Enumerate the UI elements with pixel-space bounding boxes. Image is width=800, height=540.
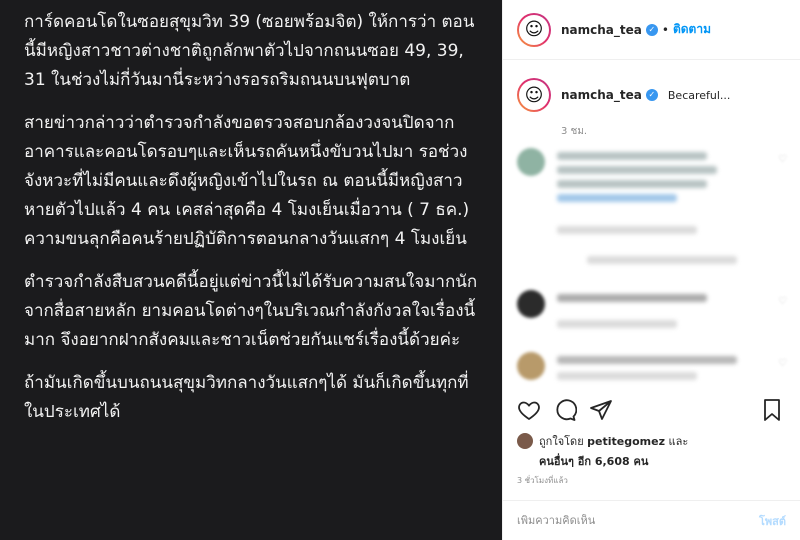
- comment-like-icon[interactable]: ♡: [778, 358, 787, 369]
- bookmark-icon[interactable]: [760, 398, 786, 424]
- blurred-text: [557, 152, 707, 160]
- blurred-text: [557, 226, 697, 234]
- blurred-text: [557, 194, 677, 202]
- comment-like-icon[interactable]: ♡: [778, 154, 787, 165]
- comment-item: ♡: [517, 148, 787, 264]
- comment-like-icon[interactable]: ♡: [778, 296, 787, 307]
- liker-avatar[interactable]: [517, 433, 533, 449]
- likes-conj: และ: [668, 435, 689, 448]
- post-side-panel: ☺ namcha_tea ✓ • ติดตาม ☺ namcha_tea ✓ B…: [502, 0, 800, 540]
- comment-item: ♡: [517, 290, 787, 330]
- verified-icon: ✓: [645, 89, 658, 101]
- header-username[interactable]: namcha_tea: [561, 23, 642, 37]
- likes-summary: ถูกใจโดย petitegomez และ คนอื่นๆ อีก 6,6…: [517, 432, 786, 470]
- post-image: การ์ดคอนโดในซอยสุขุมวิท 39 (ซอยพร้อมจิต)…: [0, 0, 502, 540]
- heart-icon[interactable]: [517, 398, 543, 424]
- caption-text: Becareful...: [667, 88, 731, 102]
- blurred-text: [557, 180, 707, 188]
- comment-avatar[interactable]: [517, 352, 545, 380]
- comment-input[interactable]: [517, 514, 759, 527]
- blurred-text: [557, 372, 697, 380]
- post-paragraph: สายข่าวกล่าวว่าตำรวจกำลังขอตรวจสอบกล้องว…: [24, 113, 470, 249]
- caption-username[interactable]: namcha_tea: [561, 88, 642, 102]
- likes-others[interactable]: คนอื่นๆ อีก 6,608 คน: [539, 455, 648, 468]
- comment-avatar[interactable]: [517, 290, 545, 318]
- comment-avatar[interactable]: [517, 148, 545, 176]
- caption: ☺ namcha_tea ✓ Becareful...: [503, 60, 800, 112]
- avatar-face: ☺: [519, 14, 549, 45]
- post-timestamp[interactable]: 3 ชั่วโมงที่แล้ว: [517, 474, 568, 487]
- post-paragraph: ถ้ามันเกิดขึ้นบนถนนสุขุมวิทกลางวันแสกๆได…: [24, 373, 469, 422]
- blurred-text: [557, 166, 717, 174]
- follow-button[interactable]: ติดตาม: [673, 20, 711, 39]
- blurred-text: [587, 256, 737, 264]
- action-bar: [517, 396, 786, 426]
- avatar[interactable]: ☺: [517, 12, 551, 47]
- comment-icon[interactable]: [553, 398, 579, 424]
- blurred-text: [557, 294, 707, 302]
- post-paragraph: การ์ดคอนโดในซอยสุขุมวิท 39 (ซอยพร้อมจิต)…: [24, 12, 475, 90]
- blurred-text: [557, 320, 677, 328]
- post-paragraph: ตำรวจกำลังสืบสวนคดีนี้อยู่แต่ข่าวนี้ไม่ไ…: [24, 272, 478, 350]
- comment-item: ♡: [517, 352, 787, 392]
- comment-box: โพสต์: [503, 500, 800, 540]
- caption-time: 3 ชม.: [561, 126, 588, 137]
- avatar-face: ☺: [519, 80, 549, 110]
- likes-prefix: ถูกใจโดย: [539, 435, 584, 448]
- liker-username[interactable]: petitegomez: [587, 435, 665, 448]
- post-header: ☺ namcha_tea ✓ • ติดตาม: [503, 0, 800, 60]
- caption-avatar[interactable]: ☺: [517, 78, 551, 112]
- share-icon[interactable]: [589, 398, 615, 424]
- post-comment-button[interactable]: โพสต์: [759, 512, 786, 530]
- separator-dot: •: [661, 22, 669, 37]
- verified-icon: ✓: [645, 23, 658, 36]
- blurred-text: [557, 356, 737, 364]
